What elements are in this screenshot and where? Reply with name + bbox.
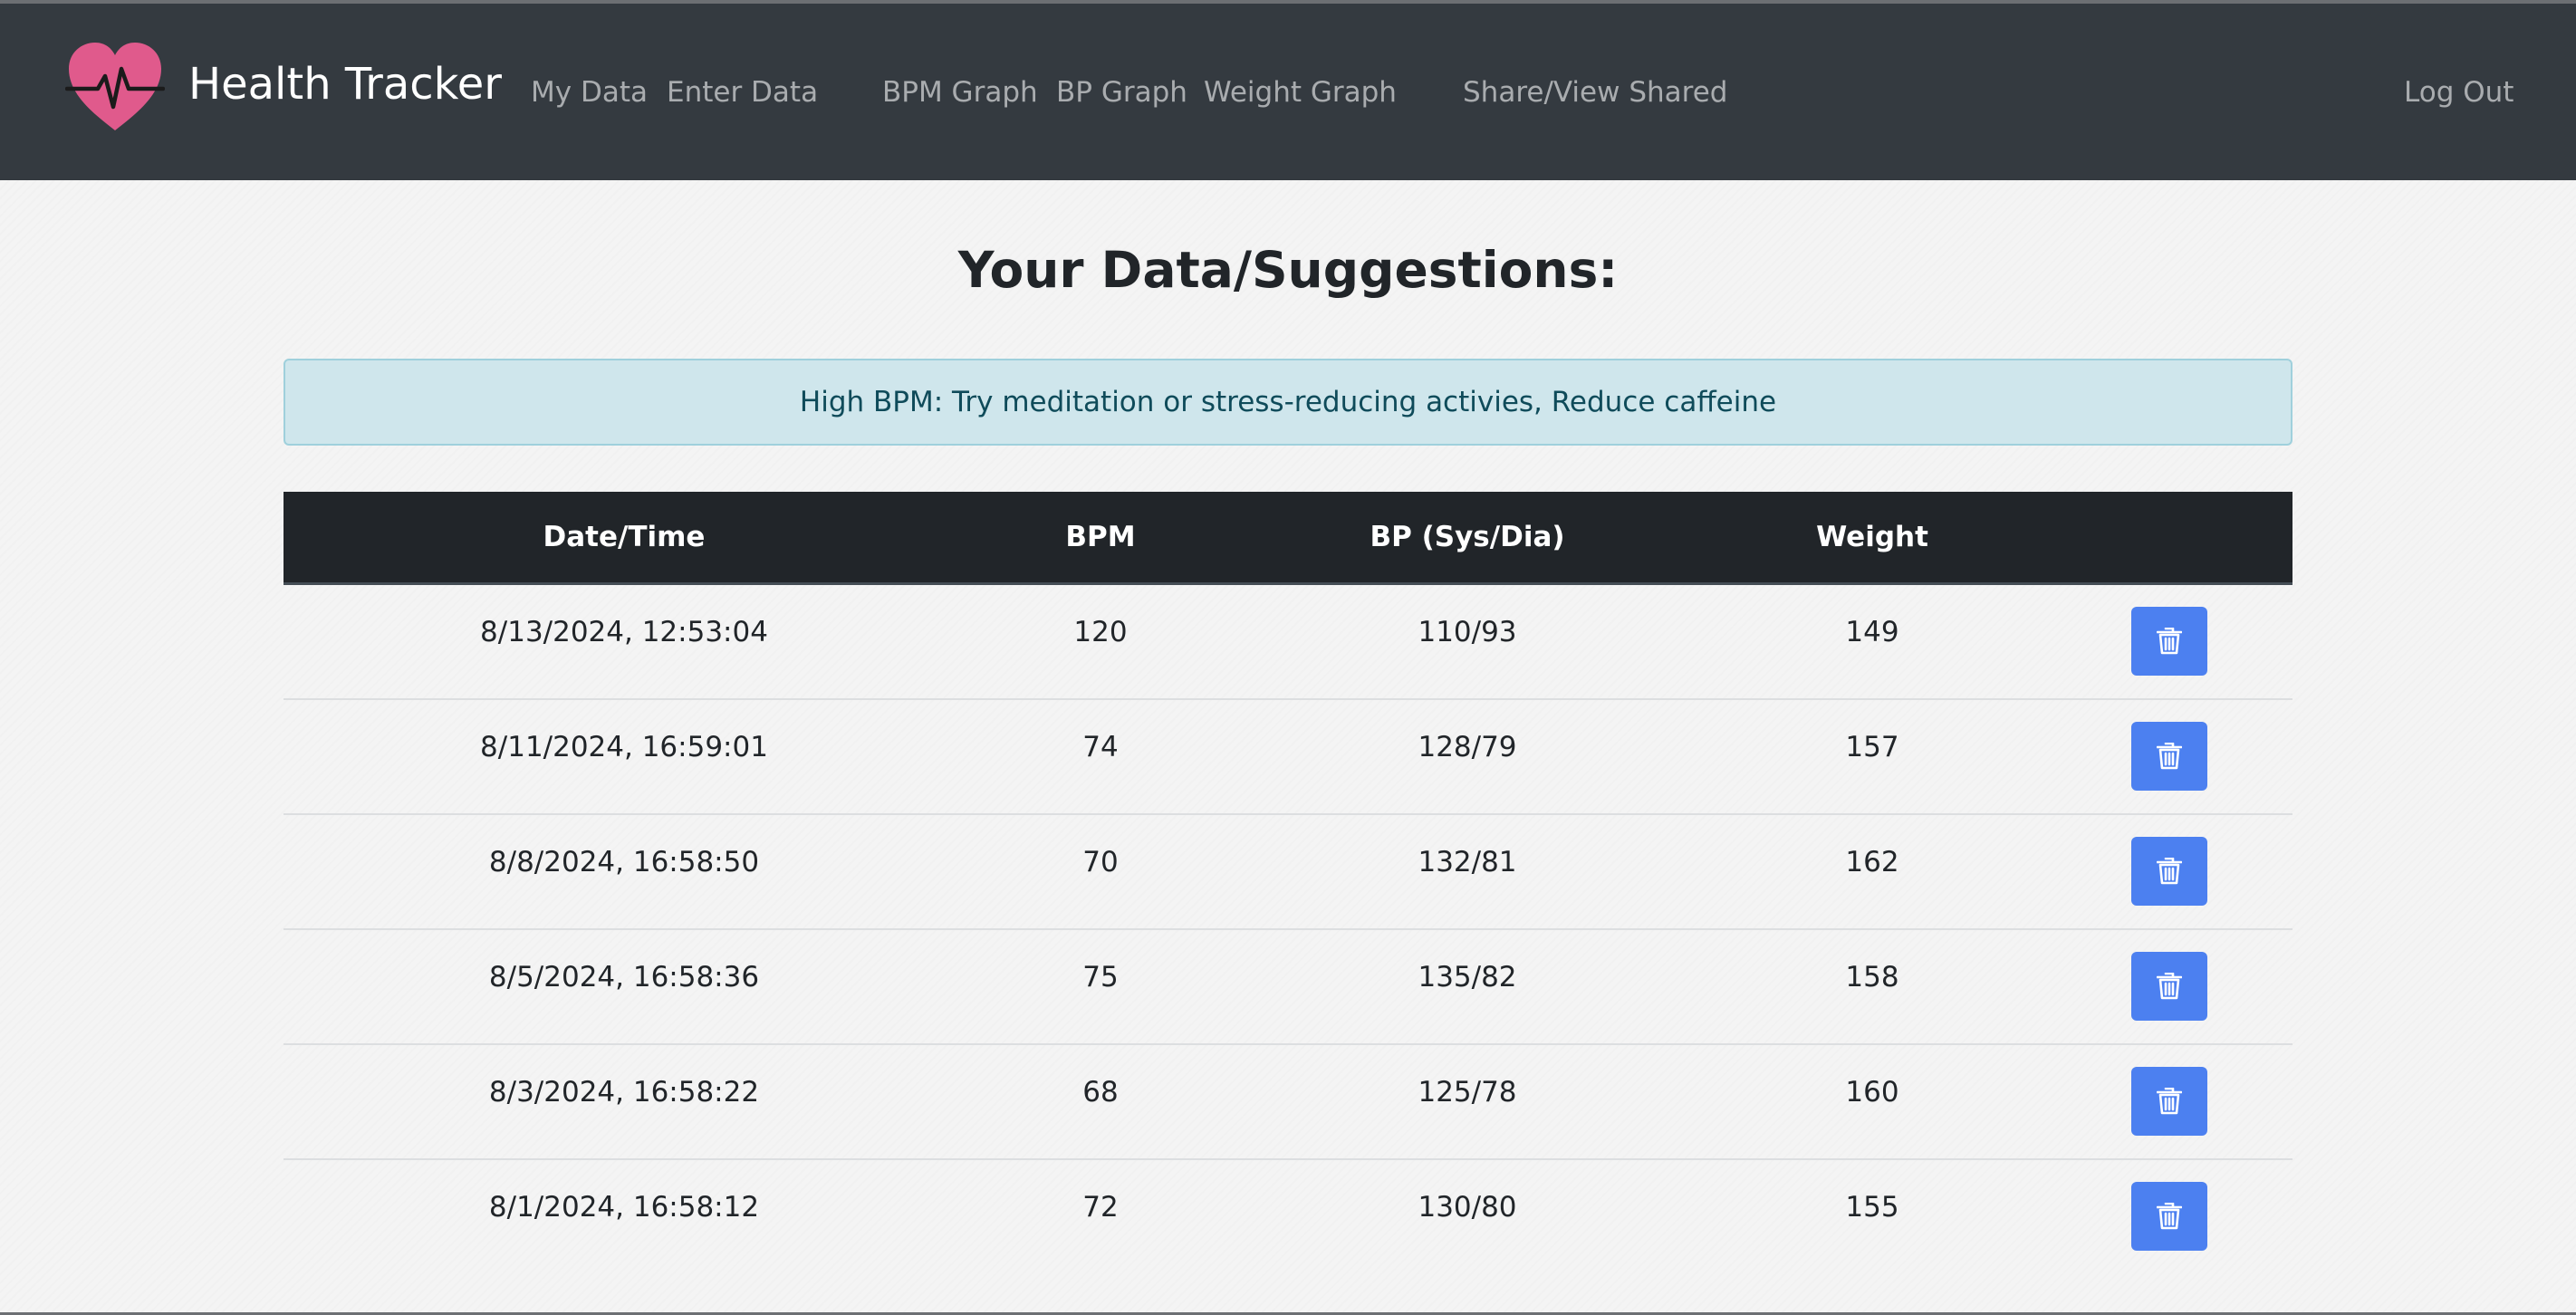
delete-button[interactable] <box>2131 722 2207 791</box>
cell-actions <box>2046 814 2292 930</box>
suggestion-alert: High BPM: Try meditation or stress-reduc… <box>284 359 2292 446</box>
bpm-value: 75 <box>1082 961 1119 993</box>
table-row: 8/1/2024, 16:58:12 72 130/80 155 <box>284 1159 2292 1273</box>
cell-actions <box>2046 929 2292 1045</box>
delete-button[interactable] <box>2131 837 2207 906</box>
cell-bpm: 70 <box>965 814 1236 930</box>
delete-button[interactable] <box>2131 1182 2207 1251</box>
weight-value: 157 <box>1845 731 1899 763</box>
weight-value: 149 <box>1845 616 1899 648</box>
cell-datetime: 8/5/2024, 16:58:36 <box>284 929 965 1045</box>
bpm-value: 74 <box>1082 731 1119 763</box>
nav-bpm-graph[interactable]: BPM Graph <box>882 74 1038 110</box>
datetime-value: 8/1/2024, 16:58:12 <box>488 1191 760 1224</box>
cell-weight: 155 <box>1698 1159 2046 1273</box>
bp-value: 135/82 <box>1418 961 1517 993</box>
bp-value: 128/79 <box>1418 731 1517 763</box>
trash-icon <box>2157 743 2182 770</box>
trash-icon <box>2157 628 2182 655</box>
cell-actions <box>2046 1159 2292 1273</box>
cell-datetime: 8/1/2024, 16:58:12 <box>284 1159 965 1273</box>
nav-weight-graph[interactable]: Weight Graph <box>1204 74 1397 110</box>
cell-weight: 158 <box>1698 929 2046 1045</box>
datetime-value: 8/13/2024, 12:53:04 <box>480 616 768 648</box>
cell-bpm: 75 <box>965 929 1236 1045</box>
table-row: 8/3/2024, 16:58:22 68 125/78 160 <box>284 1044 2292 1160</box>
header-datetime: Date/Time <box>284 492 965 585</box>
cell-datetime: 8/11/2024, 16:59:01 <box>284 699 965 815</box>
bp-value: 132/81 <box>1418 846 1517 878</box>
cell-datetime: 8/8/2024, 16:58:50 <box>284 814 965 930</box>
nav-bp-graph[interactable]: BP Graph <box>1056 74 1187 110</box>
bpm-value: 68 <box>1082 1076 1119 1109</box>
nav-share[interactable]: Share/View Shared <box>1463 74 1727 110</box>
header-bpm: BPM <box>965 492 1236 585</box>
table-header-row: Date/Time BPM BP (Sys/Dia) Weight <box>284 492 2292 585</box>
heart-pulse-icon[interactable] <box>64 40 166 136</box>
cell-weight: 157 <box>1698 699 2046 815</box>
trash-icon <box>2157 1203 2182 1230</box>
weight-value: 155 <box>1845 1191 1899 1224</box>
header-actions <box>2046 492 2292 585</box>
bp-value: 125/78 <box>1418 1076 1517 1109</box>
logout-link[interactable]: Log Out <box>2404 74 2514 110</box>
datetime-value: 8/5/2024, 16:58:36 <box>488 961 760 993</box>
datetime-value: 8/11/2024, 16:59:01 <box>480 731 768 763</box>
cell-bp: 132/81 <box>1236 814 1698 930</box>
nav-my-data[interactable]: My Data <box>531 74 648 110</box>
cell-bp: 110/93 <box>1236 583 1698 700</box>
cell-actions <box>2046 1044 2292 1160</box>
weight-value: 162 <box>1845 846 1899 878</box>
weight-value: 158 <box>1845 961 1899 993</box>
cell-bpm: 74 <box>965 699 1236 815</box>
header-bp: BP (Sys/Dia) <box>1236 492 1698 585</box>
cell-bpm: 72 <box>965 1159 1236 1273</box>
cell-weight: 149 <box>1698 583 2046 700</box>
bpm-value: 70 <box>1082 846 1119 878</box>
table-row: 8/5/2024, 16:58:36 75 135/82 158 <box>284 929 2292 1045</box>
trash-icon <box>2157 1088 2182 1115</box>
cell-bp: 125/78 <box>1236 1044 1698 1160</box>
bpm-value: 72 <box>1082 1191 1119 1224</box>
bpm-value: 120 <box>1073 616 1128 648</box>
cell-bp: 130/80 <box>1236 1159 1698 1273</box>
datetime-value: 8/3/2024, 16:58:22 <box>488 1076 760 1109</box>
header-weight: Weight <box>1698 492 2046 585</box>
bp-value: 110/93 <box>1418 616 1517 648</box>
weight-value: 160 <box>1845 1076 1899 1109</box>
table-row: 8/11/2024, 16:59:01 74 128/79 157 <box>284 699 2292 815</box>
cell-actions <box>2046 583 2292 700</box>
cell-weight: 160 <box>1698 1044 2046 1160</box>
delete-button[interactable] <box>2131 1067 2207 1136</box>
delete-button[interactable] <box>2131 952 2207 1021</box>
cell-datetime: 8/3/2024, 16:58:22 <box>284 1044 965 1160</box>
brand-title[interactable]: Health Tracker <box>188 58 502 110</box>
bp-value: 130/80 <box>1418 1191 1517 1224</box>
cell-bpm: 68 <box>965 1044 1236 1160</box>
table-row: 8/13/2024, 12:53:04 120 110/93 149 <box>284 583 2292 700</box>
cell-bp: 135/82 <box>1236 929 1698 1045</box>
table-row: 8/8/2024, 16:58:50 70 132/81 162 <box>284 814 2292 930</box>
trash-icon <box>2157 973 2182 1000</box>
cell-weight: 162 <box>1698 814 2046 930</box>
nav-enter-data[interactable]: Enter Data <box>667 74 818 110</box>
navbar: Health Tracker My Data Enter Data BPM Gr… <box>0 4 2576 180</box>
page-title: Your Data/Suggestions: <box>957 241 1619 299</box>
cell-actions <box>2046 699 2292 815</box>
delete-button[interactable] <box>2131 607 2207 676</box>
datetime-value: 8/8/2024, 16:58:50 <box>488 846 760 878</box>
data-table: Date/Time BPM BP (Sys/Dia) Weight 8/13/2… <box>284 492 2292 1273</box>
cell-datetime: 8/13/2024, 12:53:04 <box>284 583 965 700</box>
cell-bp: 128/79 <box>1236 699 1698 815</box>
cell-bpm: 120 <box>965 583 1236 700</box>
trash-icon <box>2157 858 2182 885</box>
